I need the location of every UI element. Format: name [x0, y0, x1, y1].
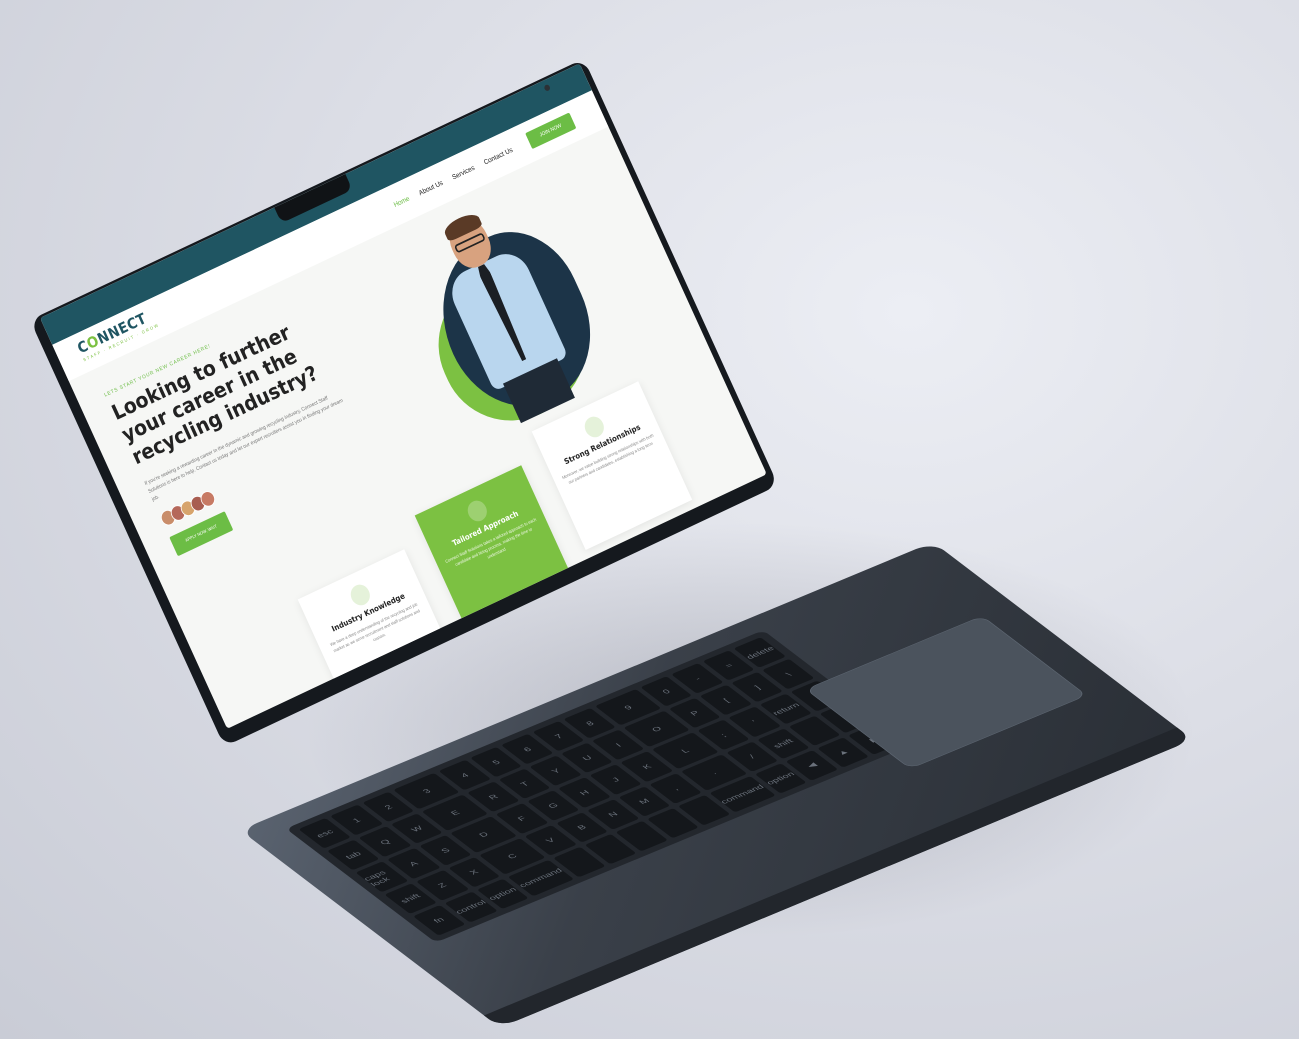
nav-home[interactable]: Home	[392, 194, 410, 208]
nav-contact-us[interactable]: Contact Us	[483, 146, 514, 166]
nav-about-us[interactable]: About Us	[418, 179, 445, 197]
target-icon	[464, 497, 491, 525]
join-now-button[interactable]: JOIN NOW	[525, 112, 577, 150]
recycle-icon	[347, 581, 374, 609]
handshake-icon	[581, 413, 608, 441]
laptop-mockup: esc 1 2 3 4 5 6 7 8 9 0- = delete tab Q W E R T Y U I O P[] \ cap…	[0, 0, 1299, 1039]
nav-services[interactable]: Services	[451, 164, 476, 181]
